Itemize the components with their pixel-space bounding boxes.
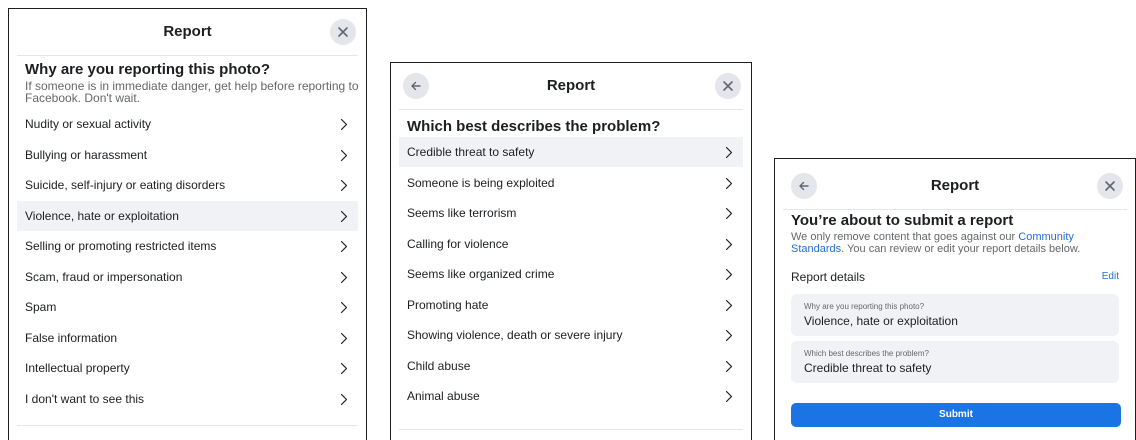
close-button[interactable] [1097, 173, 1123, 199]
close-icon [1105, 181, 1115, 191]
close-icon [338, 27, 348, 37]
dialog-title: Report [163, 23, 212, 40]
dialog-title: Report [930, 177, 980, 194]
policy-text: We only remove content that goes against… [791, 231, 1019, 243]
chevron-right-icon [340, 118, 348, 131]
option-label: Someone is being exploited [407, 175, 555, 190]
header-divider [399, 109, 743, 110]
chevron-right-icon [340, 332, 348, 344]
summary-question: Which best describes the problem? [804, 349, 929, 358]
option-row[interactable]: Suicide, self-injury or eating disorders [17, 170, 358, 200]
question-heading: Why are you reporting this photo? [25, 61, 270, 78]
option-label: Suicide, self-injury or eating disorders [25, 178, 226, 192]
option-row[interactable]: Credible threat to safety [399, 137, 743, 167]
chevron-right-icon [340, 301, 348, 314]
option-row[interactable]: Scam, fraud or impersonation [17, 262, 358, 292]
close-icon [723, 81, 733, 91]
option-label: Bullying or harassment [25, 147, 148, 162]
dialog-header: Report [9, 9, 366, 55]
option-label: Calling for violence [407, 236, 509, 251]
chevron-right-icon [340, 149, 348, 161]
option-label: Seems like terrorism [407, 206, 517, 220]
option-row[interactable]: Spam [17, 292, 358, 322]
chevron-right-icon [725, 299, 733, 311]
policy-notice-line1: We only remove content that goes against… [791, 231, 1074, 243]
option-label: I don't want to see this [25, 391, 145, 406]
chevron-right-icon [725, 207, 733, 220]
close-button[interactable] [715, 73, 741, 99]
footer-divider [399, 429, 743, 430]
option-label: Scam, fraud or impersonation [25, 269, 183, 284]
option-row[interactable]: Showing violence, death or severe injury [399, 320, 743, 350]
chevron-right-icon [725, 146, 733, 159]
chevron-right-icon [340, 210, 348, 222]
chevron-right-icon [725, 390, 733, 403]
policy-notice-line2: Standards. You can review or edit your r… [791, 243, 1080, 255]
option-label: Intellectual property [25, 361, 130, 375]
footer-divider [17, 425, 358, 426]
option-label: Credible threat to safety [407, 145, 535, 159]
option-row[interactable]: Seems like terrorism [399, 198, 743, 228]
option-label: Selling or promoting restricted items [25, 239, 217, 253]
question-heading: Which best describes the problem? [407, 118, 661, 135]
close-button[interactable] [330, 19, 356, 45]
option-row[interactable]: Someone is being exploited [399, 168, 743, 198]
option-row[interactable]: Promoting hate [399, 290, 743, 320]
summary-question: Why are you reporting this photo? [804, 302, 925, 311]
chevron-right-icon [340, 179, 348, 192]
option-row[interactable]: Intellectual property [17, 353, 358, 383]
option-label: Showing violence, death or severe injury [407, 328, 623, 342]
option-row[interactable]: I don't want to see this [17, 384, 358, 414]
option-label: False information [25, 330, 118, 345]
header-divider [783, 209, 1127, 210]
submit-button[interactable]: Submit [791, 403, 1121, 427]
option-row[interactable]: Child abuse [399, 351, 743, 381]
danger-notice-line2: Facebook. Don't wait. [25, 91, 141, 105]
chevron-right-icon [340, 393, 348, 405]
option-label: Child abuse [407, 358, 471, 373]
chevron-right-icon [725, 268, 733, 281]
chevron-right-icon [725, 238, 733, 250]
option-label: Violence, hate or exploitation [25, 208, 179, 223]
chevron-right-icon [725, 360, 733, 372]
dialog-title: Report [546, 77, 596, 94]
policy-text-cont: . You can review or edit your report det… [841, 243, 1081, 255]
option-row[interactable]: Bullying or harassment [17, 140, 358, 170]
option-row[interactable]: False information [17, 323, 358, 353]
report-dialog-reason: Report Why are you reporting this photo?… [8, 8, 367, 440]
chevron-right-icon [340, 240, 348, 253]
option-row[interactable]: Animal abuse [399, 381, 743, 411]
dialog-header: Report [391, 63, 751, 109]
community-standards-link-cont[interactable]: Standards [791, 243, 841, 255]
option-row[interactable]: Nudity or sexual activity [17, 109, 358, 139]
option-label: Seems like organized crime [407, 267, 555, 281]
option-label: Spam [25, 300, 57, 314]
chevron-right-icon [725, 177, 733, 189]
dialog-header: Report [775, 159, 1135, 205]
confirm-heading: You’re about to submit a report [791, 212, 1014, 229]
summary-answer: Credible threat to safety [804, 361, 932, 375]
edit-link[interactable]: Edit [1102, 271, 1119, 282]
header-divider [17, 55, 358, 56]
option-label: Promoting hate [407, 297, 489, 312]
option-row[interactable]: Seems like organized crime [399, 259, 743, 289]
option-row[interactable]: Violence, hate or exploitation [17, 200, 358, 231]
option-label: Nudity or sexual activity [25, 117, 152, 131]
option-row[interactable]: Selling or promoting restricted items [17, 231, 358, 261]
problem-summary-card: Which best describes the problem? Credib… [791, 341, 1119, 383]
reason-summary-card: Why are you reporting this photo? Violen… [791, 294, 1119, 336]
chevron-right-icon [340, 362, 348, 375]
summary-answer: Violence, hate or exploitation [804, 314, 958, 328]
option-row[interactable]: Calling for violence [399, 229, 743, 259]
report-details-label: Report details [791, 270, 866, 284]
chevron-right-icon [725, 329, 733, 342]
option-label: Animal abuse [407, 389, 480, 403]
community-standards-link[interactable]: Community [1018, 231, 1074, 243]
report-dialog-problem: Report Which best describes the problem?… [390, 62, 752, 440]
report-dialog-confirm: Report You’re about to submit a report W… [774, 158, 1136, 440]
chevron-right-icon [340, 271, 348, 283]
